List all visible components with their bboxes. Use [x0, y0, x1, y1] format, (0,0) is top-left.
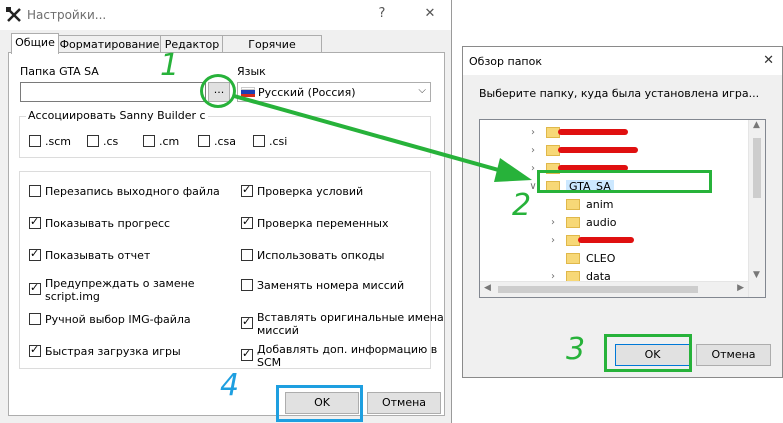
annotation-step-2: 2	[512, 188, 532, 223]
tab-general[interactable]: Общие	[11, 33, 59, 54]
annotation-step-3: 3	[566, 332, 586, 367]
annotation-step-1: 1	[160, 48, 180, 83]
annotation-arrow	[233, 94, 532, 182]
annotation-step-4: 4	[220, 368, 240, 403]
